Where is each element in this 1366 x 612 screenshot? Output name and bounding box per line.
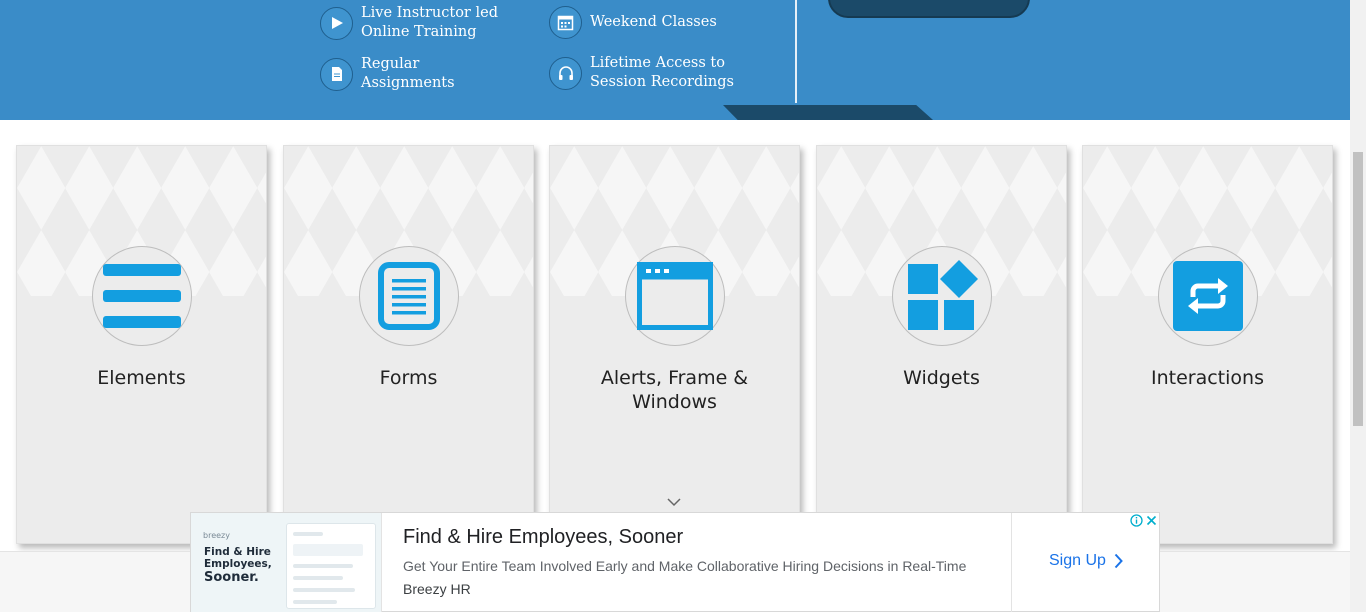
card-icon-circle	[1158, 246, 1258, 346]
card-title: Alerts, Frame &	[600, 367, 749, 389]
feature-line: Lifetime Access to	[590, 55, 725, 71]
feature-line: Regular	[361, 56, 420, 72]
ad-brand-logo: breezy	[203, 531, 230, 540]
ad-image-line: Find & Hire	[204, 546, 271, 558]
form-document-icon	[378, 262, 440, 330]
feature-line: Live Instructor led	[361, 5, 498, 21]
document-icon	[320, 57, 353, 91]
chevron-right-icon	[1114, 553, 1123, 569]
play-icon	[320, 6, 353, 40]
ad-screenshot	[286, 523, 376, 609]
ad-advertiser: Breezy HR	[403, 581, 471, 597]
headphones-icon	[549, 56, 582, 90]
feature-assignments: Regular Assignments	[320, 55, 455, 93]
hamburger-menu-icon	[103, 264, 181, 328]
sign-up-button[interactable]: Sign Up	[1049, 552, 1123, 570]
card-elements[interactable]: Elements	[16, 145, 267, 544]
feature-line: Assignments	[361, 75, 455, 91]
ad-controls	[1129, 513, 1159, 528]
ad-image[interactable]: breezy Find & Hire Employees, Sooner.	[191, 513, 382, 612]
banner-divider	[795, 0, 797, 103]
ad-image-line: Sooner.	[204, 570, 259, 585]
scrollbar-thumb[interactable]	[1353, 152, 1363, 426]
ad-close-icon[interactable]	[1144, 513, 1159, 528]
ad-description: Get Your Entire Team Involved Early and …	[403, 558, 967, 574]
ad-image-line: Employees,	[204, 558, 272, 570]
card-title-line2: Windows	[632, 391, 717, 413]
card-forms[interactable]: Forms	[283, 145, 534, 544]
widgets-grid-icon	[908, 260, 978, 330]
ad-divider	[1011, 513, 1012, 612]
repeat-arrows-icon	[1173, 261, 1243, 331]
feature-line: Online Training	[361, 24, 477, 40]
feature-line: Weekend Classes	[590, 14, 717, 30]
feature-line: Session Recordings	[590, 74, 734, 90]
feature-weekend-classes: Weekend Classes	[549, 6, 717, 39]
card-title: Interactions	[1151, 367, 1264, 389]
ad-info-icon[interactable]	[1129, 513, 1144, 528]
card-icon-circle	[359, 246, 459, 346]
card-title: Forms	[379, 367, 438, 389]
feature-lifetime-access: Lifetime Access to Session Recordings	[549, 54, 734, 92]
card-interactions[interactable]: Interactions	[1082, 145, 1333, 544]
sign-up-label: Sign Up	[1049, 552, 1106, 569]
course-banner: Live Instructor led Online Training Weeke…	[0, 0, 1350, 120]
vertical-scrollbar[interactable]	[1350, 0, 1366, 612]
card-icon-circle	[892, 246, 992, 346]
calendar-icon	[549, 6, 582, 39]
feature-live-training: Live Instructor led Online Training	[320, 4, 498, 42]
ad-headline[interactable]: Find & Hire Employees, Sooner	[403, 526, 683, 549]
card-title: Elements	[97, 367, 186, 389]
enroll-button[interactable]	[828, 0, 1030, 18]
card-icon-circle	[92, 246, 192, 346]
advertisement[interactable]: breezy Find & Hire Employees, Sooner. Fi…	[190, 512, 1160, 612]
card-title: Widgets	[903, 367, 980, 389]
card-alerts-frame-windows[interactable]: Alerts, Frame & Windows	[549, 145, 800, 544]
chevron-down-icon[interactable]	[664, 496, 684, 508]
ad-image-text: Find & Hire Employees, Sooner.	[204, 546, 284, 586]
browser-window-icon	[637, 262, 713, 330]
card-widgets[interactable]: Widgets	[816, 145, 1067, 544]
page: Live Instructor led Online Training Weeke…	[0, 0, 1366, 612]
banner-decoration	[723, 105, 933, 120]
card-icon-circle	[625, 246, 725, 346]
